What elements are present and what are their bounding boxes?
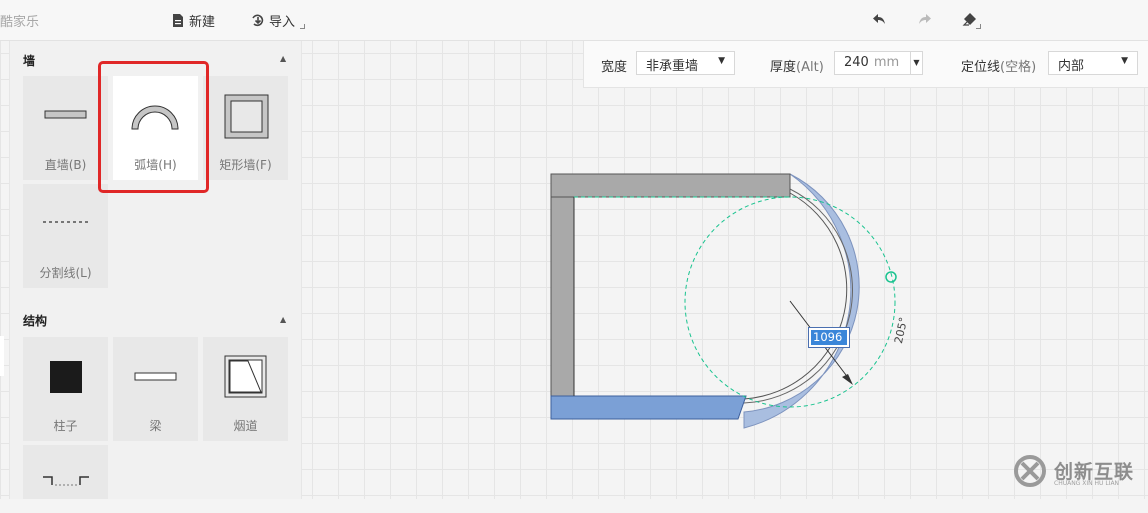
wall-type-value: 非承重墙 <box>646 59 699 74</box>
door-opening-icon <box>43 476 89 486</box>
tool-label: 直墙(B) <box>44 158 87 172</box>
divider-line-icon <box>43 221 89 223</box>
structure-section-title: 结构 <box>23 314 48 328</box>
tool-label: 柱子 <box>53 419 78 433</box>
locate-value: 内部 <box>1058 59 1085 74</box>
column-icon <box>50 361 82 393</box>
flue-icon <box>224 355 267 398</box>
left-wall[interactable] <box>550 196 575 397</box>
import-icon <box>252 14 264 27</box>
top-wall[interactable] <box>550 173 791 198</box>
eraser-icon[interactable] <box>962 12 977 27</box>
wall-properties-bar: 宽度 非承重墙 ▼ 厚度(Alt) 240 mm ▼ 定位线(空格) 内部 ▼ <box>583 41 1148 88</box>
app-name: 酷家乐 <box>0 15 40 30</box>
watermark-icon <box>1014 455 1046 487</box>
dropdown-arrow-icon: ▼ <box>718 56 725 66</box>
radius-arrowhead <box>842 374 853 385</box>
thickness-value: 240 <box>844 55 869 70</box>
dropdown-corner-icon <box>976 24 981 29</box>
import-label: 导入 <box>269 15 296 30</box>
collapse-arrow-icon[interactable]: ▲ <box>280 54 286 63</box>
wall-type-select[interactable]: 非承重墙 ▼ <box>636 51 735 75</box>
straight-wall-icon <box>44 110 87 119</box>
file-icon <box>173 14 183 27</box>
locate-select[interactable]: 内部 ▼ <box>1048 51 1138 75</box>
tool-column[interactable]: 柱子 <box>23 337 108 441</box>
active-tool-highlight <box>98 61 209 193</box>
beam-icon <box>134 372 177 381</box>
tool-flue[interactable]: 烟道 <box>203 337 288 441</box>
tool-divider-line[interactable]: 分割线(L) <box>23 184 108 288</box>
tool-beam[interactable]: 梁 <box>113 337 198 441</box>
undo-icon[interactable] <box>872 12 886 26</box>
wall-section-title: 墙 <box>23 54 36 68</box>
new-button[interactable]: 新建 <box>172 11 215 30</box>
bottom-wall[interactable] <box>550 395 747 420</box>
tool-rect-wall[interactable]: 矩形墙(F) <box>203 76 288 180</box>
dropdown-arrow-icon: ▼ <box>1121 56 1128 66</box>
width-label: 宽度 <box>601 60 628 75</box>
tool-label: 矩形墙(F) <box>219 158 272 172</box>
dropdown-arrow-icon: ▼ <box>913 58 920 67</box>
tool-more[interactable] <box>23 445 108 499</box>
tool-label: 分割线(L) <box>39 266 92 280</box>
rect-wall-icon <box>224 94 269 139</box>
tool-label: 梁 <box>149 419 162 433</box>
watermark-sub: CHUANG XIN HU LIAN <box>1054 480 1120 487</box>
thickness-dropdown[interactable]: ▼ <box>910 51 923 75</box>
collapse-arrow-icon[interactable]: ▲ <box>280 315 286 324</box>
locate-label: 定位线(空格) <box>961 56 1036 75</box>
new-label: 新建 <box>189 15 216 30</box>
guide-circle <box>684 196 896 408</box>
radius-input[interactable]: 1096 <box>808 327 850 348</box>
thickness-input[interactable]: 240 mm <box>834 51 911 75</box>
thickness-label: 厚度(Alt) <box>770 56 824 75</box>
radius-value: 1096 <box>811 330 847 345</box>
tool-straight-wall[interactable]: 直墙(B) <box>23 76 108 180</box>
locate-hint: (空格) <box>1000 60 1037 75</box>
redo-icon[interactable] <box>918 12 932 26</box>
locate-label-text: 定位线 <box>961 60 1001 75</box>
thickness-label-text: 厚度 <box>770 60 797 75</box>
top-toolbar: 酷家乐 新建 导入 <box>0 0 1148 41</box>
thickness-unit: mm <box>873 55 900 70</box>
arc-wall[interactable] <box>743 173 860 429</box>
dropdown-corner-icon <box>300 24 305 29</box>
thickness-hint: (Alt) <box>796 60 824 75</box>
import-button[interactable]: 导入 <box>252 11 295 30</box>
tool-label: 烟道 <box>233 419 258 433</box>
watermark-logo: 创新互联 CHUANG XIN HU LIAN <box>1002 443 1148 499</box>
sidebar-collapse-tab[interactable] <box>0 336 4 376</box>
